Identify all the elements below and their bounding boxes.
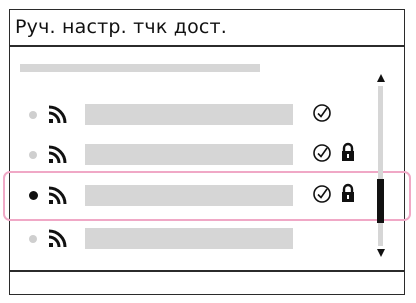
wifi-icon: [48, 105, 67, 124]
selection-dot: [29, 111, 37, 119]
lock-icon: [342, 142, 354, 161]
check-circle-icon: [313, 144, 331, 162]
selection-dot: [29, 235, 37, 243]
scrollbar-thumb[interactable]: [377, 179, 384, 223]
ssid-placeholder: [85, 144, 293, 165]
wifi-icon: [48, 229, 67, 248]
access-point-row-4[interactable]: [0, 221, 416, 257]
scroll-up-arrow-icon[interactable]: [376, 73, 386, 83]
access-point-row-2[interactable]: [0, 137, 416, 173]
access-point-row-1[interactable]: [0, 97, 416, 133]
footer-divider: [9, 270, 405, 272]
scroll-down-arrow-icon[interactable]: [376, 248, 386, 258]
ssid-placeholder: [85, 104, 293, 125]
ssid-placeholder: [85, 228, 293, 249]
list-header-placeholder: [20, 64, 260, 72]
selection-dot: [29, 151, 37, 159]
wifi-icon: [48, 145, 67, 164]
check-circle-icon: [313, 104, 331, 122]
title-divider: [9, 45, 405, 47]
access-point-settings-screen: Руч. настр. тчк дост.: [0, 0, 416, 303]
page-title: Руч. настр. тчк дост.: [15, 16, 228, 38]
selection-highlight: [3, 171, 411, 221]
